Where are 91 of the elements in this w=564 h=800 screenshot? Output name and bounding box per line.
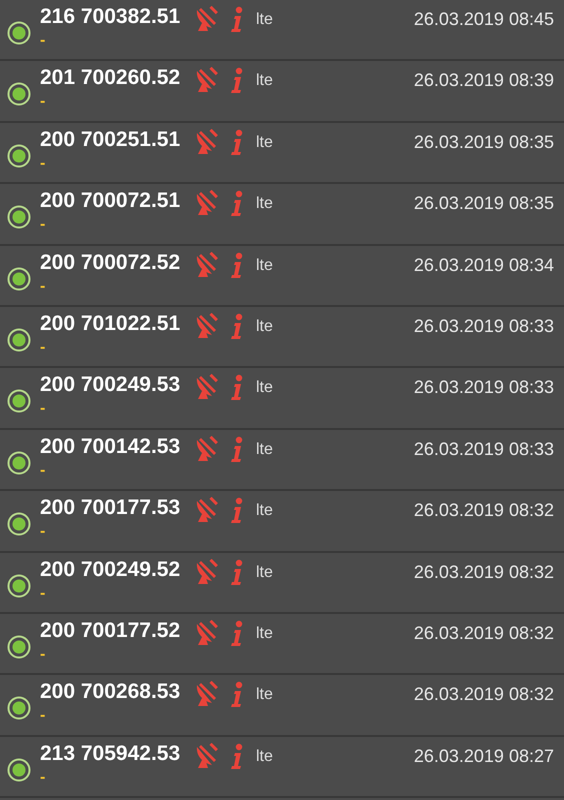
- info-icon[interactable]: [230, 312, 244, 340]
- satellite-dish-icon: [194, 620, 220, 646]
- note-dash: -: [40, 707, 46, 726]
- satellite-dish-icon: [194, 374, 220, 400]
- cell-number: 200 700142.53: [40, 434, 180, 459]
- timestamp: 26.03.2019 08:34: [414, 254, 554, 276]
- timestamp: 26.03.2019 08:32: [414, 684, 554, 706]
- info-icon[interactable]: [230, 742, 244, 770]
- satellite-dish-icon: [194, 67, 220, 94]
- info-icon[interactable]: [230, 681, 244, 708]
- network-type: lte: [256, 195, 273, 214]
- network-type: lte: [256, 502, 273, 520]
- network-type: lte: [256, 134, 273, 152]
- cell-number: 200 700268.53: [40, 680, 180, 704]
- info-icon[interactable]: [230, 436, 244, 463]
- timestamp: 26.03.2019 08:27: [414, 746, 554, 767]
- note-dash: -: [40, 278, 46, 296]
- info-icon[interactable]: [230, 558, 244, 586]
- note-dash: -: [40, 216, 46, 234]
- network-type: lte: [256, 686, 273, 704]
- cell-number: 200 700249.53: [40, 373, 180, 398]
- note-dash: -: [40, 93, 46, 112]
- network-type: lte: [256, 379, 273, 398]
- info-icon[interactable]: [230, 620, 244, 647]
- cell-number: 200 700177.53: [40, 496, 180, 520]
- note-dash: -: [40, 768, 46, 787]
- satellite-dish-icon: [194, 742, 220, 769]
- satellite-dish-icon: [194, 558, 220, 585]
- status-dot-icon: [7, 82, 31, 106]
- info-icon[interactable]: [230, 190, 244, 218]
- status-dot-icon: [7, 634, 31, 659]
- status-dot-icon: [7, 328, 31, 352]
- status-dot-icon: [7, 574, 31, 598]
- note-dash: -: [40, 646, 46, 664]
- timestamp: 26.03.2019 08:45: [414, 9, 554, 30]
- status-dot-icon: [7, 205, 31, 230]
- cell-number: 201 700260.52: [40, 66, 180, 90]
- note-dash: -: [40, 462, 46, 480]
- network-type: lte: [256, 564, 273, 582]
- note-dash: -: [40, 154, 46, 173]
- status-dot-icon: [7, 21, 31, 45]
- timestamp: 26.03.2019 08:33: [414, 316, 554, 337]
- note-dash: -: [40, 338, 46, 357]
- cell-number: 213 705942.53: [40, 742, 180, 766]
- info-icon[interactable]: [230, 374, 244, 402]
- timestamp: 26.03.2019 08:33: [414, 438, 554, 460]
- cell-number: 200 700072.51: [40, 189, 180, 214]
- timestamp: 26.03.2019 08:32: [414, 622, 554, 644]
- timestamp: 26.03.2019 08:39: [414, 70, 554, 92]
- cell-number: 200 700072.52: [40, 250, 180, 275]
- note-dash: -: [40, 523, 46, 542]
- cell-number: 200 700251.51: [40, 128, 180, 152]
- network-type: lte: [256, 624, 273, 643]
- info-icon[interactable]: [230, 67, 244, 94]
- note-dash: -: [40, 400, 46, 418]
- satellite-dish-icon: [194, 6, 220, 32]
- network-type: lte: [256, 256, 273, 275]
- network-type: lte: [256, 11, 273, 29]
- status-dot-icon: [7, 758, 31, 782]
- satellite-dish-icon: [194, 436, 220, 462]
- satellite-dish-icon: [194, 252, 220, 278]
- satellite-dish-icon: [194, 497, 220, 524]
- satellite-dish-icon: [194, 128, 220, 155]
- note-dash: -: [40, 32, 46, 50]
- status-dot-icon: [7, 696, 31, 720]
- network-type: lte: [256, 72, 273, 90]
- cell-number: 200 700249.52: [40, 558, 180, 582]
- info-icon[interactable]: [230, 497, 244, 524]
- status-dot-icon: [7, 512, 31, 536]
- status-dot-icon: [7, 144, 31, 168]
- timestamp: 26.03.2019 08:32: [414, 562, 554, 583]
- satellite-dish-icon: [194, 681, 220, 708]
- timestamp: 26.03.2019 08:32: [414, 500, 554, 522]
- cell-number: 200 701022.51: [40, 312, 180, 336]
- timestamp: 26.03.2019 08:35: [414, 193, 554, 214]
- network-type: lte: [256, 748, 273, 766]
- status-dot-icon: [7, 389, 31, 414]
- network-type: lte: [256, 440, 273, 459]
- satellite-dish-icon: [194, 190, 220, 216]
- cell-number: 216 700382.51: [40, 5, 180, 29]
- timestamp: 26.03.2019 08:35: [414, 132, 554, 153]
- status-dot-icon: [7, 266, 31, 291]
- timestamp: 26.03.2019 08:33: [414, 377, 554, 398]
- note-dash: -: [40, 584, 46, 603]
- status-dot-icon: [7, 450, 31, 475]
- info-icon[interactable]: [230, 128, 244, 156]
- network-type: lte: [256, 318, 273, 336]
- cell-number: 200 700177.52: [40, 618, 180, 643]
- info-icon[interactable]: [230, 6, 244, 33]
- satellite-dish-icon: [194, 312, 220, 339]
- info-icon[interactable]: [230, 252, 244, 279]
